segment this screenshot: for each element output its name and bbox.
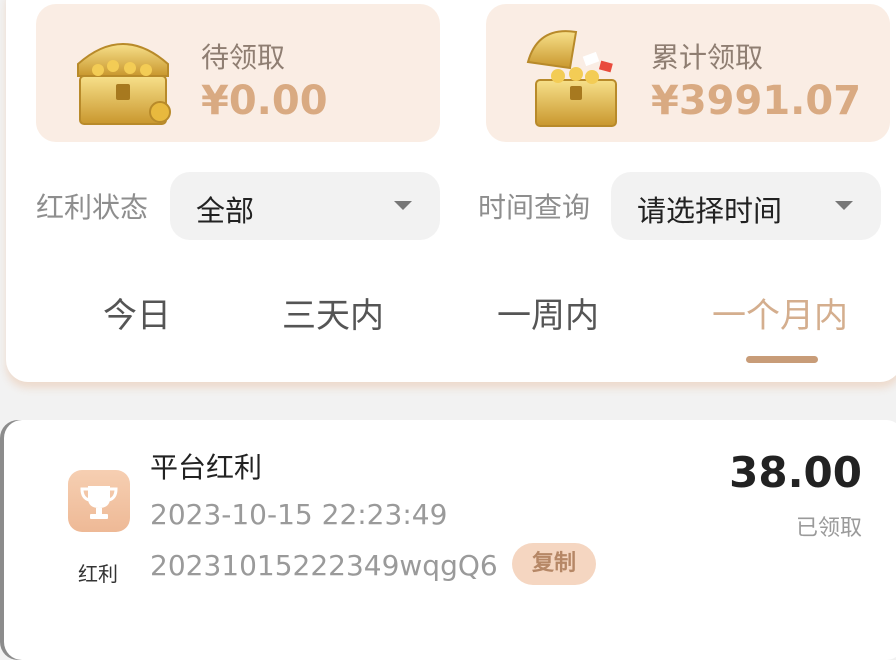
record-title: 平台红利 bbox=[150, 451, 263, 484]
time-select[interactable]: 请选择时间 bbox=[611, 172, 881, 240]
pending-value: ¥0.00 bbox=[201, 78, 328, 124]
copy-button[interactable]: 复制 bbox=[512, 543, 596, 585]
record-type-label: 红利 bbox=[78, 562, 118, 586]
record-amount: 38.00 bbox=[729, 448, 862, 497]
tab-today[interactable]: 今日 bbox=[103, 288, 171, 337]
status-select-value: 全部 bbox=[196, 194, 255, 228]
chevron-down-icon bbox=[394, 201, 412, 210]
total-label: 累计领取 bbox=[651, 41, 764, 74]
active-tab-indicator bbox=[746, 356, 818, 363]
open-treasure-chest-icon bbox=[526, 30, 617, 127]
status-select[interactable]: 全部 bbox=[170, 172, 440, 240]
treasure-chest-icon bbox=[77, 43, 171, 125]
chevron-down-icon bbox=[835, 201, 853, 210]
tab-three-days[interactable]: 三天内 bbox=[282, 288, 384, 337]
trophy-icon bbox=[68, 470, 130, 532]
record-id: 20231015222349wqgQ6 bbox=[150, 549, 498, 582]
tab-one-week[interactable]: 一周内 bbox=[497, 288, 599, 337]
status-filter-label: 红利状态 bbox=[36, 191, 149, 224]
tab-one-month[interactable]: 一个月内 bbox=[712, 288, 848, 337]
pending-card: 待领取 ¥0.00 bbox=[36, 4, 440, 142]
time-select-value: 请选择时间 bbox=[637, 194, 783, 228]
record-status: 已领取 bbox=[795, 516, 862, 541]
record-time: 2023-10-15 22:23:49 bbox=[150, 498, 448, 531]
pending-label: 待领取 bbox=[201, 41, 286, 74]
total-card: 累计领取 ¥3991.07 bbox=[486, 4, 890, 142]
total-value: ¥3991.07 bbox=[651, 78, 862, 124]
time-filter-label: 时间查询 bbox=[478, 191, 591, 224]
